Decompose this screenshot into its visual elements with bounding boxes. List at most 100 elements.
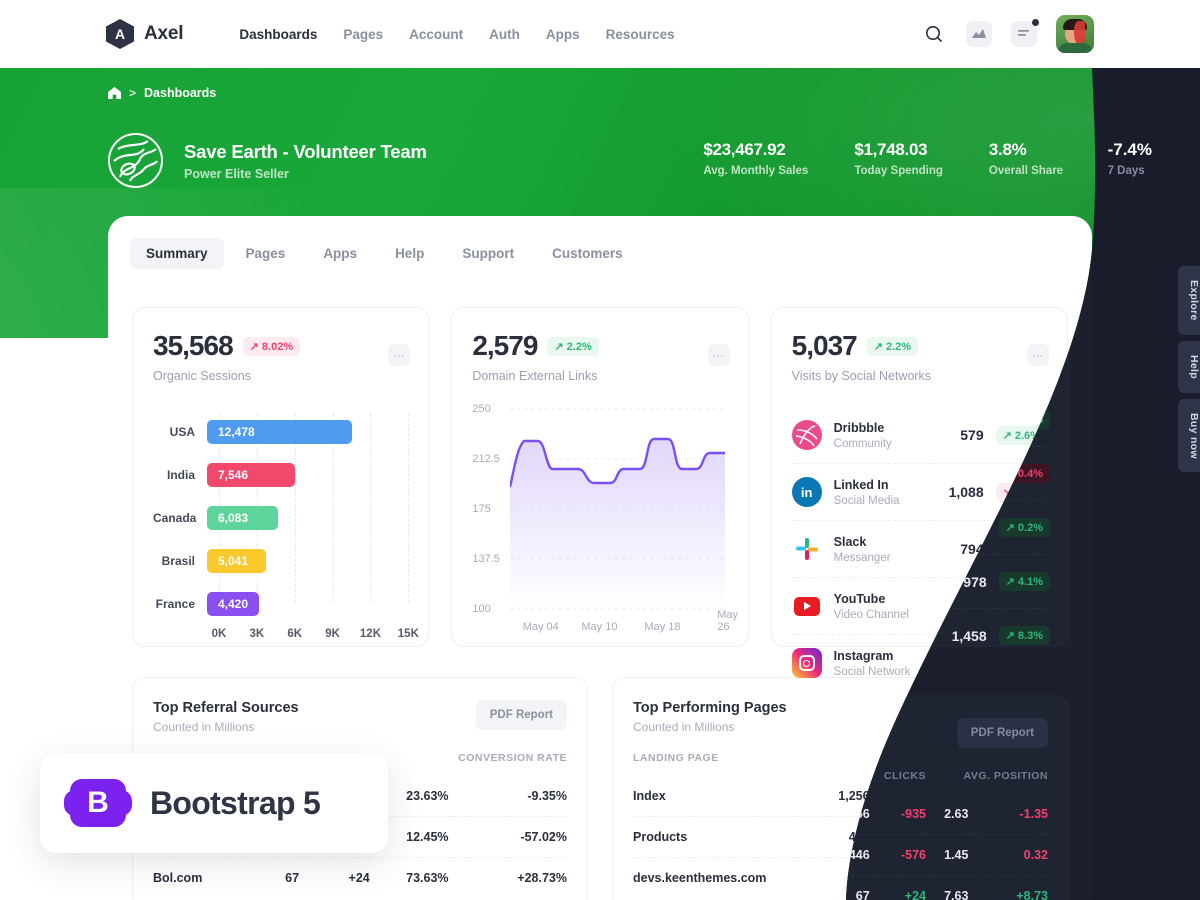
list-item-text: Slack Messanger	[834, 535, 891, 564]
y-tick: 137.5	[472, 553, 500, 565]
bar-row: India 7,546	[153, 456, 408, 493]
card-headline: 35,568 ↗ 8.02%	[153, 330, 408, 362]
cell-rate-delta: +28.73%	[448, 857, 567, 898]
nav-link-apps[interactable]: Apps	[546, 27, 580, 42]
x-tick: 3K	[249, 628, 265, 640]
top-navbar: A Axel Dashboards Pages Account Auth App…	[0, 0, 1200, 68]
card-label: Domain External Links	[472, 369, 598, 383]
social-change-badge: ↘ 0.4%	[995, 482, 1047, 502]
hero-stat-value: $1,748.03	[854, 140, 928, 159]
y-tick: 175	[472, 503, 491, 515]
hero-stat-label: Overall Share	[988, 165, 1064, 177]
card-value: 2,579	[472, 330, 538, 361]
table-row[interactable]: Index 1,256 -935 2.63 -1.35	[633, 776, 1047, 817]
bar-value: 7,546	[207, 462, 295, 487]
card-change-badge: ↗ 2.2%	[866, 336, 919, 356]
x-tick: 9K	[325, 628, 340, 640]
card-organic-sessions: 35,568 ↗ 8.02% Organic Sessions ⋯ USA 12…	[132, 307, 430, 647]
bar-value: 5,041	[207, 548, 266, 573]
cell-page: devs.keenthemes.com	[633, 857, 825, 898]
social-desc: Messanger	[833, 551, 891, 564]
social-change-badge: ↗ 0.2%	[995, 539, 1047, 559]
card-menu-button[interactable]: ⋯	[1026, 344, 1049, 366]
card-menu-button[interactable]: ⋯	[707, 344, 730, 366]
user-avatar[interactable]	[1056, 15, 1094, 53]
stat-cards: 35,568 ↗ 8.02% Organic Sessions ⋯ USA 12…	[108, 269, 1092, 678]
x-tick: 15K	[397, 628, 419, 640]
cell-rate-delta: -9.35%	[527, 789, 567, 803]
table-subtitle: Counted in Millions	[633, 720, 735, 734]
brand[interactable]: A Axel	[106, 19, 184, 49]
cell-clicks-delta: +24	[869, 857, 926, 898]
cell-clicks-delta: -576	[869, 816, 926, 858]
nav-link-resources[interactable]: Resources	[606, 27, 675, 42]
social-network-list: Dribbble Community 579 ↗ 2.6% in Linked …	[791, 407, 1047, 691]
social-name: Instagram	[833, 648, 894, 663]
area-chart: 250 212.5 175 137.5 100 May 04 May 10 Ma…	[472, 403, 738, 633]
list-item-text: Linked In Social Media	[834, 478, 900, 507]
list-item-text: Dribbble Community	[834, 421, 892, 450]
notification-dot	[1032, 19, 1039, 26]
list-item[interactable]: Slack Messanger 794 ↗ 0.2%	[791, 521, 1047, 578]
breadcrumb-current[interactable]: Dashboards	[144, 86, 216, 100]
notifications-icon[interactable]	[1011, 19, 1039, 47]
card-menu-button[interactable]: ⋯	[388, 344, 411, 366]
hero-stat-today-spending: $1,748.03 Today Spending	[854, 140, 943, 177]
bootstrap-badge: B Bootstrap 5	[40, 753, 388, 853]
cell-clicks: 446	[824, 816, 870, 858]
y-tick: 250	[472, 403, 491, 415]
tab-support[interactable]: Support	[446, 238, 530, 269]
list-item[interactable]: Instagram Social Network 1,458 ↗ 8.3%	[791, 635, 1047, 691]
social-value: 794	[960, 541, 984, 557]
bar-label: France	[155, 596, 195, 611]
bar-row: Brasil 5,041	[153, 542, 408, 579]
bar-row: USA 12,478	[153, 413, 408, 450]
list-item-text: YouTube Video Channel	[834, 592, 909, 621]
table-row[interactable]: devs.keenthemes.com 67 +24 7.63 +8.73	[633, 857, 1047, 898]
list-item[interactable]: in Linked In Social Media 1,088 ↘ 0.4%	[791, 464, 1047, 521]
home-icon[interactable]	[108, 87, 121, 99]
tab-customers[interactable]: Customers	[536, 238, 639, 269]
app-root: A Axel Dashboards Pages Account Auth App…	[0, 0, 1200, 900]
dribbble-icon	[791, 420, 822, 450]
hero-stat-label: Avg. Monthly Sales	[703, 165, 809, 177]
tab-bar: Summary Pages Apps Help Support Customer…	[108, 216, 1092, 269]
activity-icon[interactable]	[966, 21, 992, 47]
bar-chart: USA 12,478 India 7,546 Canada 6,083 Bras…	[153, 413, 419, 640]
pdf-report-button[interactable]: PDF Report	[475, 700, 567, 730]
cell-position-delta: 0.32	[967, 816, 1047, 858]
col-avg-position: AVG. POSITION	[962, 752, 1047, 764]
tab-help[interactable]: Help	[379, 238, 440, 269]
cell-position: 2.63	[943, 789, 968, 803]
nav-link-auth[interactable]: Auth	[489, 27, 520, 42]
navbar-actions	[921, 15, 1094, 53]
list-item[interactable]: YouTube Video Channel 978 ↗ 4.1%	[791, 578, 1047, 635]
pdf-report-button[interactable]: PDF Report	[955, 700, 1047, 730]
nav-link-account[interactable]: Account	[409, 27, 463, 42]
nav-link-pages[interactable]: Pages	[343, 27, 383, 42]
table-row[interactable]: Products 446 -576 1.45 0.32	[633, 816, 1047, 858]
rail-button-explore[interactable]: Explore	[1178, 266, 1200, 335]
bar-row: Canada 6,083	[153, 499, 408, 536]
bar-label: Canada	[153, 510, 197, 525]
search-icon[interactable]	[921, 21, 947, 47]
table-title: Top Referral Sources	[153, 700, 299, 716]
social-desc: Social Network	[833, 665, 911, 678]
nav-link-dashboards[interactable]: Dashboards	[239, 27, 317, 42]
social-name: Linked In	[833, 477, 889, 492]
profile-header: Save Earth - Volunteer Team Power Elite …	[108, 133, 427, 188]
x-tick: May 10	[581, 621, 618, 633]
cell-clicks-delta: -935	[900, 789, 926, 803]
rail-button-help[interactable]: Help	[1178, 340, 1200, 393]
tab-pages[interactable]: Pages	[230, 238, 302, 269]
tab-summary[interactable]: Summary	[130, 238, 224, 269]
tab-apps[interactable]: Apps	[307, 238, 373, 269]
card-label: Organic Sessions	[153, 369, 251, 383]
social-name: Slack	[833, 534, 867, 549]
rail-button-buy-now[interactable]: Buy now	[1178, 398, 1200, 473]
cell-clicks: 1,256	[838, 789, 870, 803]
list-item[interactable]: Dribbble Community 579 ↗ 2.6%	[791, 407, 1047, 464]
table-row[interactable]: Bol.com 67 +24 73.63% +28.73%	[153, 857, 567, 898]
cell-page: Products	[633, 816, 825, 858]
hero-stat-label: 7 Days	[1109, 165, 1147, 177]
